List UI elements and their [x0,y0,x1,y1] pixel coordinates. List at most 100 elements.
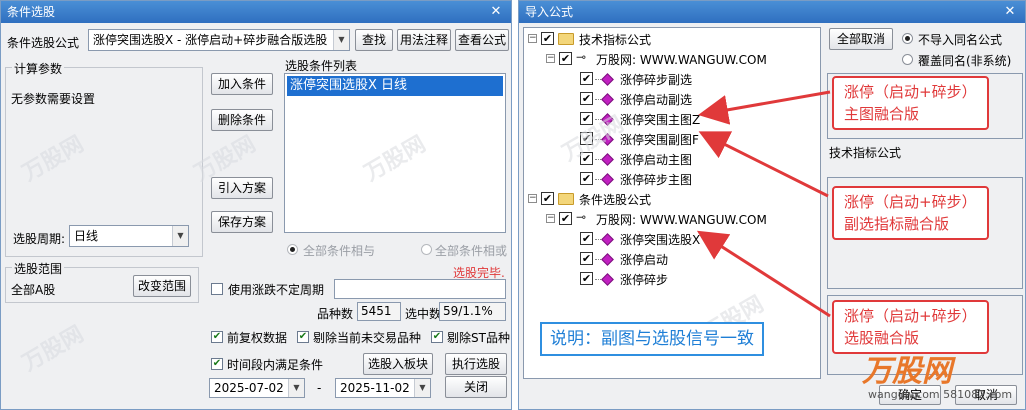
callout-main-chart-line2: 主图融合版 [844,105,920,123]
left-title-bar: 条件选股 ✕ [1,1,511,23]
period-select-value: 日线 [74,229,99,243]
radio-no-import[interactable] [902,33,913,44]
condition-list-item[interactable]: 涨停突围选股X 日线 [287,76,503,96]
time-range-label: 时间段内满足条件 [227,358,324,372]
condition-list-label: 选股条件列表 [285,59,358,73]
end-date-picker[interactable]: 2025-11-02 ▼ [335,378,431,398]
chevron-down-icon[interactable]: ▼ [172,226,188,246]
tree-node-root2[interactable]: − ✔ 条件选股公式 [524,190,814,208]
left-window-title: 条件选股 [7,5,56,19]
use-period-checkbox[interactable] [211,283,223,295]
change-range-button[interactable]: 改变范围 [133,275,191,297]
selected-label: 选中数 [405,307,442,321]
save-scheme-button[interactable]: 保存方案 [211,211,273,233]
close-icon[interactable]: ✕ [1001,3,1019,21]
add-condition-button[interactable]: 加入条件 [211,73,273,95]
tree-item[interactable]: ✔ 涨停启动 [524,250,814,268]
count-label: 品种数 [317,307,354,321]
formula-select-value: 涨停突围选股X - 涨停启动+碎步融合版选股 [93,33,328,47]
tree-item-label: 涨停启动主图 [620,153,693,167]
cancel-all-button[interactable]: 全部取消 [829,28,893,50]
tree-item[interactable]: ✔ 涨停突围选股X [524,230,814,248]
checkbox-icon[interactable]: ✔ [541,32,554,45]
tree-root2-label: 条件选股公式 [579,193,652,207]
period-label: 选股周期: [13,232,66,246]
time-range-checkbox[interactable]: ✔ [211,358,223,370]
close-button[interactable]: 关闭 [445,376,507,398]
tree-item-label: 涨停碎步 [620,273,669,287]
checkbox-icon[interactable]: ✔ [580,272,593,285]
import-scheme-button[interactable]: 引入方案 [211,177,273,199]
tree-item[interactable]: ✔ 涨停突围主图Z [524,110,814,128]
count-value: 5451 [357,302,401,321]
callout-main-chart-line1: 涨停（启动+碎步） [844,83,977,101]
collapse-icon[interactable]: − [546,54,555,63]
checkbox-icon[interactable]: ✔ [559,212,572,225]
exclude-st-checkbox[interactable]: ✔ [431,331,443,343]
tree-item[interactable]: ✔ 涨停碎步副选 [524,70,814,88]
formula-select[interactable]: 涨停突围选股X - 涨停启动+碎步融合版选股 ▼ [88,29,350,51]
tree-item[interactable]: ✔ 涨停碎步主图 [524,170,814,188]
folder-icon [558,33,574,45]
callout-main-chart: 涨停（启动+碎步） 主图融合版 [832,76,989,130]
checkbox-icon[interactable]: ✔ [580,252,593,265]
end-date-value: 2025-11-02 [340,381,410,395]
radio-overwrite[interactable] [902,54,913,65]
checkbox-icon[interactable]: ✔ [580,92,593,105]
exclude-untraded-checkbox[interactable]: ✔ [297,331,309,343]
restore-checkbox[interactable]: ✔ [211,331,223,343]
brand-url: wanguw.com 581082.com [868,388,1013,401]
tree-node-root2-child[interactable]: − ✔ ⊸ 万股网: WWW.WANGUW.COM [524,210,814,228]
tree-node-root1[interactable]: − ✔ 技术指标公式 [524,30,814,48]
checkbox-icon[interactable]: ✔ [580,232,593,245]
checkbox-icon[interactable]: ✔ [580,72,593,85]
execute-button[interactable]: 执行选股 [445,353,507,375]
radio-all-or[interactable] [421,244,432,255]
formula-diamond-icon [601,93,614,106]
tree-item[interactable]: ✔ 涨停启动副选 [524,90,814,108]
radio-all-and-label: 全部条件相与 [303,244,376,258]
period-select[interactable]: 日线 ▼ [69,225,189,247]
checkbox-icon[interactable]: ✔ [580,172,593,185]
start-date-picker[interactable]: 2025-07-02 ▼ [209,378,305,398]
chevron-down-icon[interactable]: ▼ [333,30,349,50]
radio-all-and[interactable] [287,244,298,255]
formula-diamond-icon [601,253,614,266]
tree-item-label: 涨停突围副图F [620,133,699,147]
selected-value: 59/1.1% [439,302,506,321]
tree-item[interactable]: ✔ 涨停碎步 [524,270,814,288]
collapse-icon[interactable]: − [528,194,537,203]
key-icon: ⊸ [576,210,587,224]
range-group-title: 选股范围 [12,260,65,277]
checkbox-icon[interactable]: ✔ [541,192,554,205]
find-button[interactable]: 查找 [355,29,393,51]
tree-item-label: 涨停启动 [620,253,669,267]
view-formula-button[interactable]: 查看公式 [455,29,509,51]
section-label: 技术指标公式 [829,146,902,160]
tree-item-label: 涨停突围选股X [620,233,701,247]
chevron-down-icon[interactable]: ▼ [288,379,304,397]
tree-root1-child-label: 万股网: WWW.WANGUW.COM [596,53,767,67]
to-block-button[interactable]: 选股入板块 [363,353,433,375]
tree-item-label: 涨停碎步副选 [620,73,693,87]
brand-logo: 万股网 [862,354,952,389]
usage-notes-button[interactable]: 用法注释 [397,29,451,51]
period-param-field[interactable] [334,279,506,299]
tree-item-label: 涨停碎步主图 [620,173,693,187]
collapse-icon[interactable]: − [546,214,555,223]
formula-diamond-icon [601,233,614,246]
callout-sub-indicator: 涨停（启动+碎步） 副选指标融合版 [832,186,989,240]
formula-diamond-icon [601,173,614,186]
close-icon[interactable]: ✕ [487,3,505,21]
chevron-down-icon[interactable]: ▼ [414,379,430,397]
tree-root2-child-label: 万股网: WWW.WANGUW.COM [596,213,767,227]
callout-select-line1: 涨停（启动+碎步） [844,307,977,325]
callout-sub-indicator-line1: 涨停（启动+碎步） [844,193,977,211]
folder-icon [558,193,574,205]
restore-label: 前复权数据 [227,331,288,345]
checkbox-icon[interactable]: ✔ [559,52,572,65]
tree-node-root1-child[interactable]: − ✔ ⊸ 万股网: WWW.WANGUW.COM [524,50,814,68]
collapse-icon[interactable]: − [528,34,537,43]
params-group-title: 计算参数 [12,60,65,77]
use-period-label: 使用涨跌不定周期 [228,283,325,297]
